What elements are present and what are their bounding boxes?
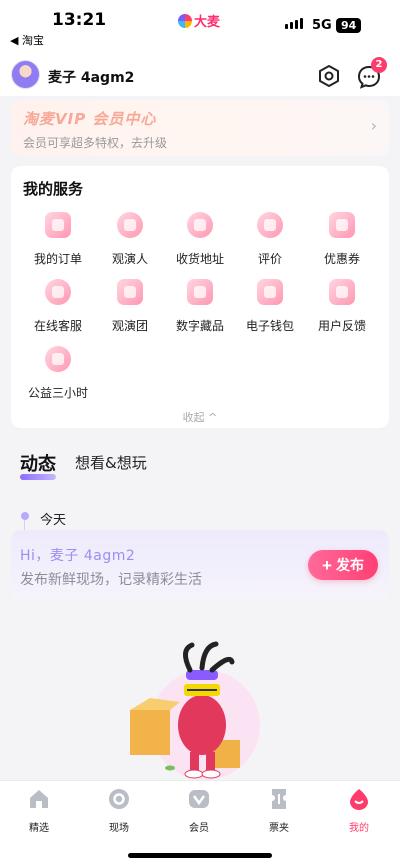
profile-icon <box>350 789 368 810</box>
service-review[interactable]: 评价 <box>235 212 305 267</box>
active-tab-indicator <box>20 474 56 480</box>
ticket-icon <box>272 789 286 809</box>
nav-label: 精选 <box>29 823 49 834</box>
feed-tabs: 动态 想看&想玩 <box>0 436 400 486</box>
feedback-icon <box>329 279 355 305</box>
service-label: 电子钱包 <box>245 319 294 333</box>
damai-logo-icon <box>178 13 192 28</box>
service-charity[interactable]: 公益三小时 <box>23 346 93 401</box>
username[interactable]: 麦子 4agm2 <box>48 67 134 87</box>
status-bar: 13:21 ◀ 淘宝 大麦 5G 94 <box>0 0 400 48</box>
vip-center-card[interactable]: 淘麦VIP 会员中心 会员可享超多特权，去升级 › <box>11 100 389 156</box>
signal-icon <box>285 18 303 29</box>
brand-logo: 大麦 <box>178 11 220 30</box>
battery-indicator: 94 <box>336 18 362 33</box>
timeline-date: 今天 <box>40 513 67 528</box>
chevron-right-icon: › <box>370 116 377 135</box>
tab-wishlist[interactable]: 想看&想玩 <box>75 452 147 473</box>
service-label: 评价 <box>257 252 282 266</box>
vip-icon <box>189 790 209 808</box>
home-icon <box>30 790 48 808</box>
nav-label: 我的 <box>349 823 369 834</box>
vip-title: 淘麦VIP 会员中心 <box>23 110 157 128</box>
service-label: 用户反馈 <box>317 319 366 333</box>
order-icon <box>45 212 71 238</box>
address-icon <box>187 212 213 238</box>
wallet-icon <box>257 279 283 305</box>
post-greeting: Hi，麦子 4agm2 <box>20 548 136 564</box>
nav-label: 会员 <box>189 823 209 834</box>
profile-header: 麦子 4agm2 <box>0 48 400 96</box>
post-subtitle: 发布新鲜现场，记录精彩生活 <box>20 572 202 588</box>
service-customer-service[interactable]: 在线客服 <box>23 279 93 334</box>
service-wallet[interactable]: 电子钱包 <box>235 279 305 334</box>
settings-icon[interactable] <box>317 64 341 88</box>
service-address[interactable]: 收货地址 <box>165 212 235 267</box>
service-viewers[interactable]: 观演人 <box>95 212 165 267</box>
service-my-orders[interactable]: 我的订单 <box>23 212 93 267</box>
service-label: 观演人 <box>111 252 148 266</box>
nav-featured[interactable]: 精选 <box>9 787 69 834</box>
services-title: 我的服务 <box>23 180 84 198</box>
digital-collectible-icon <box>187 279 213 305</box>
vip-subtitle: 会员可享超多特权，去升级 <box>23 136 168 150</box>
plus-icon: + <box>322 555 332 575</box>
timeline-header: 今天 <box>0 500 400 534</box>
service-label: 数字藏品 <box>175 319 224 333</box>
publish-button[interactable]: + 发布 <box>308 550 378 580</box>
message-badge: 2 <box>371 57 387 73</box>
viewer-icon <box>117 212 143 238</box>
nav-label: 票夹 <box>269 823 289 834</box>
brand-name: 大麦 <box>194 15 221 30</box>
viewing-group-icon <box>117 279 143 305</box>
service-label: 观演团 <box>111 319 148 333</box>
service-label: 收货地址 <box>175 252 224 266</box>
collapse-button[interactable]: 收起 ^ <box>11 409 389 425</box>
nav-tickets[interactable]: 票夹 <box>249 787 309 834</box>
publish-label: 发布 <box>335 557 364 573</box>
back-to-app-link[interactable]: ◀ 淘宝 <box>10 32 44 48</box>
service-feedback[interactable]: 用户反馈 <box>307 279 377 334</box>
tab-activity[interactable]: 动态 <box>20 450 56 476</box>
nav-live[interactable]: 现场 <box>89 787 149 834</box>
network-type: 5G <box>312 18 332 33</box>
post-prompt-card: Hi，麦子 4agm2 发布新鲜现场，记录精彩生活 + 发布 <box>11 530 389 602</box>
service-digital-collectibles[interactable]: 数字藏品 <box>165 279 235 334</box>
coupon-icon <box>329 212 355 238</box>
review-icon <box>257 212 283 238</box>
customer-service-icon <box>45 279 71 305</box>
nav-profile[interactable]: 我的 <box>329 787 389 834</box>
service-label: 我的订单 <box>33 252 82 266</box>
live-icon <box>109 789 129 809</box>
service-coupons[interactable]: 优惠券 <box>307 212 377 267</box>
avatar[interactable] <box>11 60 40 89</box>
charity-heart-icon <box>45 346 71 372</box>
status-time: 13:21 <box>52 10 107 30</box>
timeline-dot <box>21 512 29 520</box>
nav-label: 现场 <box>109 823 129 834</box>
home-indicator <box>128 853 272 858</box>
service-label: 在线客服 <box>33 319 82 333</box>
service-label: 公益三小时 <box>27 386 88 400</box>
my-services-panel: 我的服务 我的订单 观演人 收货地址 评价 优惠券 在线客服 观演团 数字藏品 … <box>11 166 389 428</box>
mascot-illustration <box>130 641 260 780</box>
nav-vip[interactable]: 会员 <box>169 787 229 834</box>
service-label: 优惠券 <box>323 252 360 266</box>
service-viewing-group[interactable]: 观演团 <box>95 279 165 334</box>
